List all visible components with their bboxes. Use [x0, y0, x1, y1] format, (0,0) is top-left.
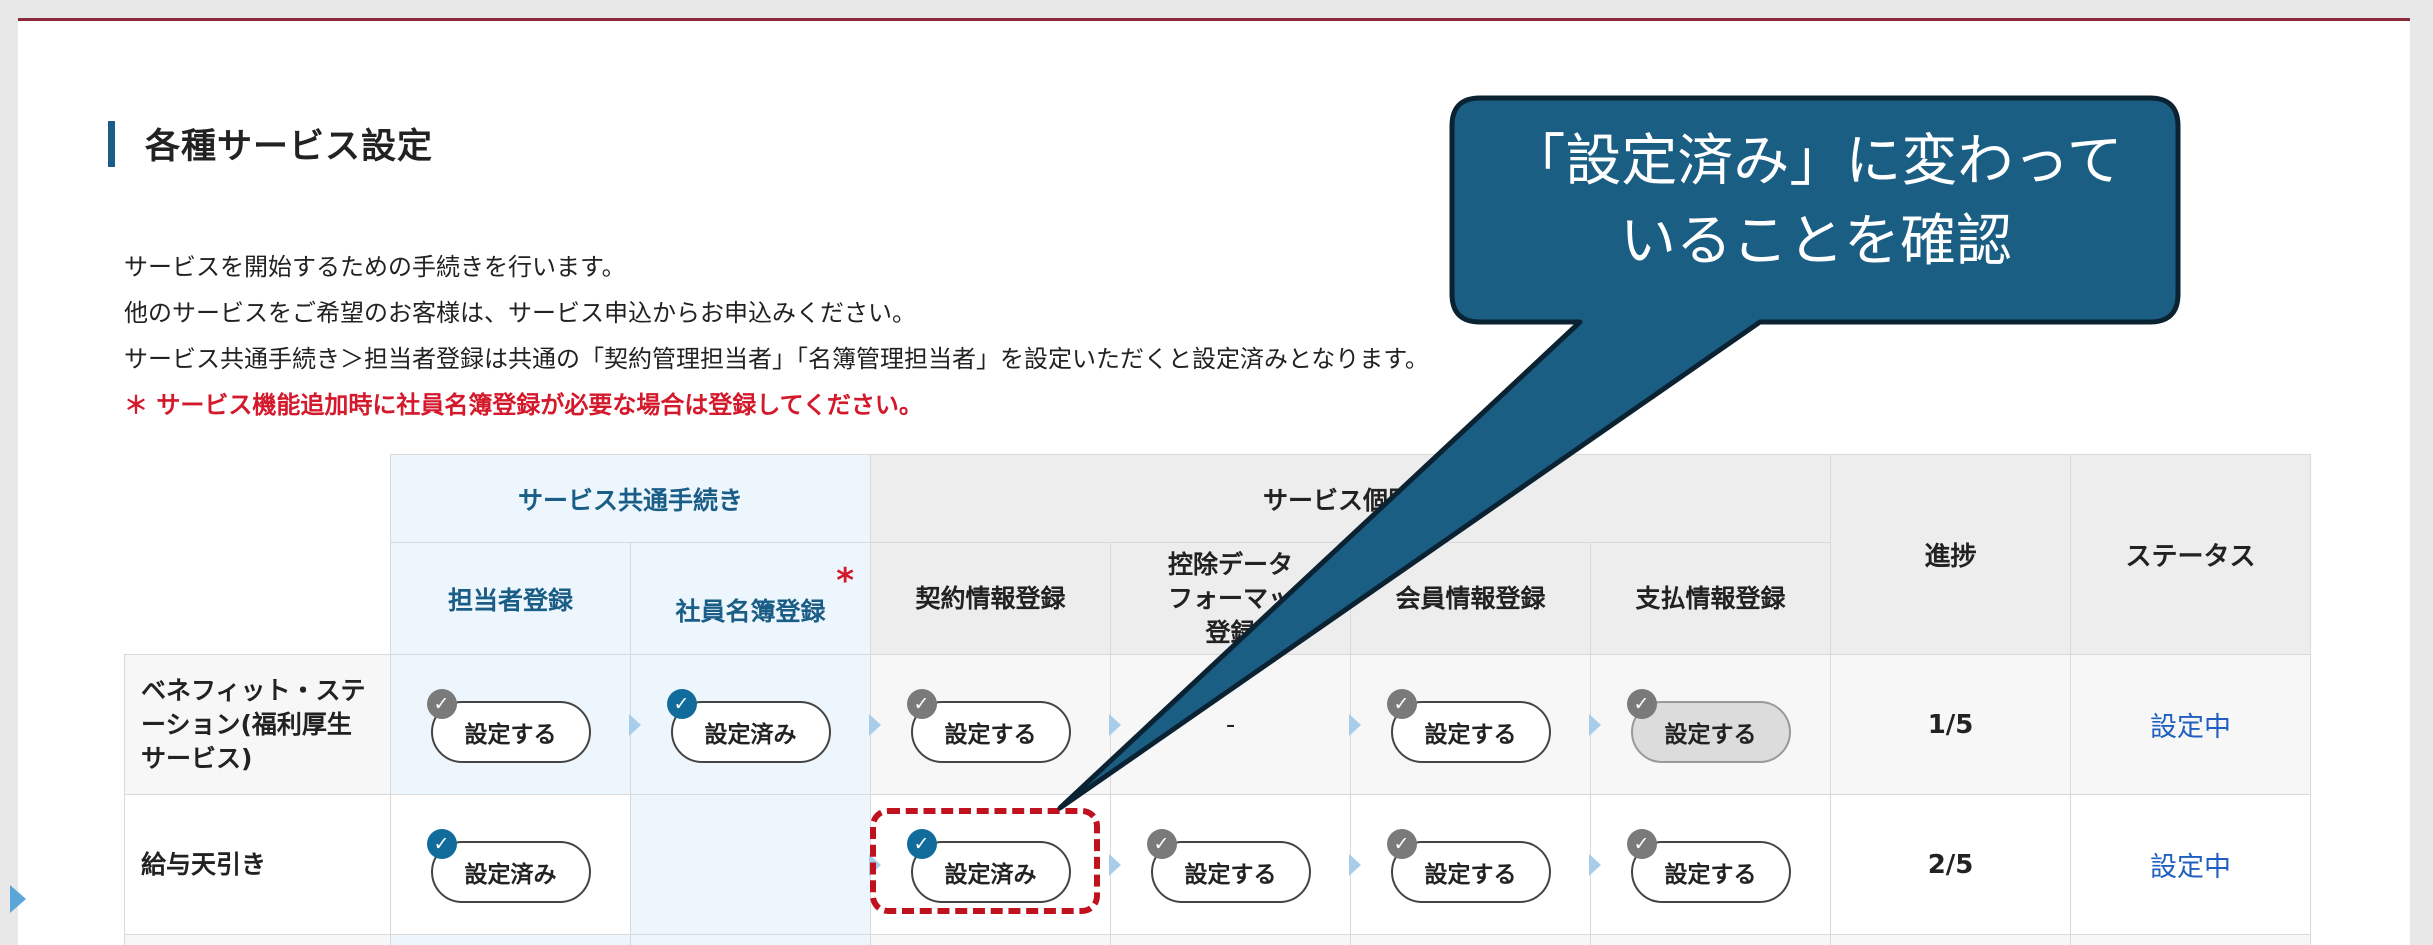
description-line-2: 他のサービスをご希望のお客様は、サービス申込からお申込みください。 [124, 299, 916, 327]
section-header: 各種サービス設定 [108, 118, 433, 169]
header-tanto: 担当者登録 [390, 542, 631, 655]
setting-button[interactable]: ✓ 設定する [1146, 828, 1311, 903]
button-label: 設定する [1664, 721, 1757, 748]
cell-kaiin [1350, 934, 1592, 945]
callout-line-2: いることを確認 [1620, 209, 2012, 274]
description-line-1: サービスを開始するための手続きを行います。 [124, 253, 626, 281]
description-line-3: サービス共通手続き＞担当者登録は共通の「契約管理担当者」「名簿管理担当者」を設定… [124, 345, 1429, 373]
check-icon: ✓ [426, 828, 457, 859]
cell-shiharai [1590, 934, 1832, 945]
corner-cell [124, 454, 391, 655]
cell-keiyaku [870, 934, 1112, 945]
header-status: ステータス [2070, 454, 2312, 655]
callout-text: 「設定済み」に変わって いることを確認 [1456, 122, 2176, 282]
header-progress: 進捗 [1830, 454, 2072, 655]
status-cell: 設定中 [2070, 654, 2312, 795]
arrow-right-icon [1109, 713, 1122, 736]
table-row [124, 934, 2312, 945]
notice-text: ＊ サービス機能追加時に社員名簿登録が必要な場合は登録してください。 [124, 391, 923, 419]
cell-shiharai: ✓ 設定する [1589, 794, 1832, 935]
header-kaiin: 会員情報登録 [1350, 542, 1592, 655]
table-row: 給与天引き ✓ 設定済み ✓ 設定済み ✓ 設定する ✓ 設定する ✓ 設定する… [124, 794, 2312, 935]
arrow-right-icon [1109, 853, 1122, 876]
cell-shiharai: ✓ 設定する [1589, 654, 1832, 795]
status-link[interactable]: 設定中 [2150, 712, 2231, 743]
status-link[interactable]: 設定中 [2150, 852, 2231, 883]
button-label: 設定する [1424, 861, 1517, 888]
arrow-right-icon [869, 713, 882, 736]
check-icon: ✓ [1386, 828, 1417, 859]
header-kojo: 控除データ フォーマッ 登録 [1110, 542, 1352, 655]
cell-meibo [629, 934, 872, 945]
check-icon: ✓ [1146, 828, 1177, 859]
button-label: 設定する [944, 721, 1037, 748]
arrow-right-icon [1349, 853, 1362, 876]
button-label: 設定する [1424, 721, 1517, 748]
setting-button[interactable]: ✓ 設定する [1626, 688, 1791, 763]
cell-tanto: ✓ 設定する [390, 654, 631, 795]
row-label: ベネフィット・ステ ーション(福利厚生 サービス) [124, 654, 391, 795]
page-title: 各種サービス設定 [145, 127, 434, 167]
header-common-group: サービス共通手続き [389, 454, 872, 543]
highlight-box [870, 808, 1100, 914]
header-meibo: * 社員名簿登録 [629, 542, 872, 655]
header-individual-group: サービス個別手 [870, 454, 1832, 543]
setting-button[interactable]: ✓ 設定する [426, 688, 591, 763]
status-cell: 設定中 [2070, 794, 2312, 935]
callout-line-1: 「設定済み」に変わって [1509, 129, 2123, 194]
description-block: サービスを開始するための手続きを行います。 他のサービスをご希望のお客様は、サー… [124, 244, 1429, 428]
cell-meibo: ✓ 設定済み [629, 654, 872, 795]
progress-value: 1/5 [1830, 654, 2072, 795]
service-settings-table: サービス共通手続き サービス個別手 進捗 ステータス 担当者登録 * 社員名簿登… [124, 454, 2312, 945]
cell-kojo: ✓ 設定する [1109, 794, 1352, 935]
cell-tanto [390, 934, 631, 945]
progress-value: 2/5 [1830, 794, 2072, 935]
check-icon: ✓ [1386, 688, 1417, 719]
table-row: ベネフィット・ステ ーション(福利厚生 サービス) ✓ 設定する ✓ 設定済み … [124, 654, 2312, 795]
cell-meibo [629, 794, 872, 935]
check-icon: ✓ [906, 688, 937, 719]
row-label: 給与天引き [124, 794, 391, 935]
cell-kaiin: ✓ 設定する [1349, 654, 1592, 795]
cell-kojo [1110, 934, 1352, 945]
check-icon: ✓ [666, 688, 697, 719]
cell-keiyaku: ✓ 設定する [869, 654, 1112, 795]
arrow-right-icon [1589, 853, 1602, 876]
header-meibo-label: 社員名簿登録 [675, 596, 826, 626]
cell-tanto: ✓ 設定済み [390, 794, 631, 935]
arrow-right-icon [629, 713, 641, 736]
setting-button[interactable]: ✓ 設定する [1626, 828, 1791, 903]
button-label: 設定する [464, 721, 557, 748]
check-icon: ✓ [426, 688, 457, 719]
required-asterisk: * [836, 561, 855, 601]
setting-button[interactable]: ✓ 設定する [1386, 688, 1551, 763]
title-accent-bar [108, 120, 115, 167]
setting-button[interactable]: ✓ 設定済み [666, 688, 831, 763]
status-cell [2070, 934, 2312, 945]
button-label: 設定する [1664, 861, 1757, 888]
arrow-right-icon [1349, 713, 1362, 736]
check-icon: ✓ [1626, 688, 1657, 719]
button-label: 設定済み [464, 861, 557, 888]
progress-value [1830, 934, 2072, 945]
cell-kaiin: ✓ 設定する [1349, 794, 1592, 935]
setting-button[interactable]: ✓ 設定する [906, 688, 1071, 763]
header-keiyaku: 契約情報登録 [870, 542, 1112, 655]
header-shiharai: 支払情報登録 [1590, 542, 1832, 655]
empty-value: - [1225, 709, 1236, 740]
check-icon: ✓ [1626, 828, 1657, 859]
setting-button[interactable]: ✓ 設定する [1386, 828, 1551, 903]
button-label: 設定済み [704, 721, 797, 748]
row-label [124, 934, 391, 945]
left-arrow-icon[interactable] [10, 885, 26, 913]
arrow-right-icon [1589, 713, 1602, 736]
setting-button[interactable]: ✓ 設定済み [426, 828, 591, 903]
cell-kojo: - [1109, 654, 1352, 795]
button-label: 設定する [1184, 861, 1277, 888]
